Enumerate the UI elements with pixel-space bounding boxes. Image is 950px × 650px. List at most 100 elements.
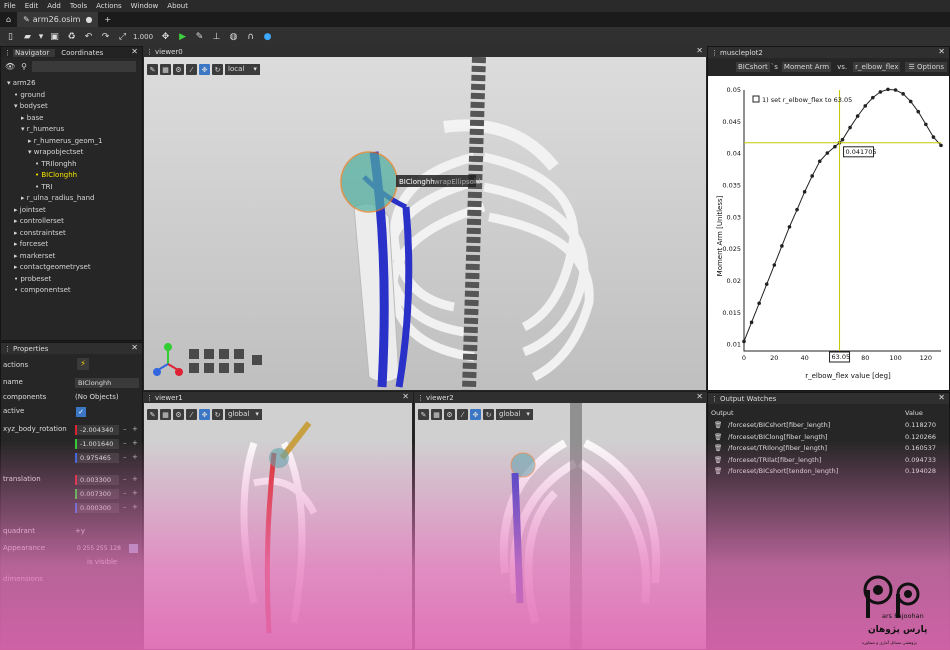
muscle-icon[interactable]: ∩ [244,30,257,43]
plus-button[interactable]: + [132,439,138,447]
move-icon[interactable]: ✥ [199,409,210,420]
tab-coordinates[interactable]: Coordinates [55,49,103,57]
tree-item[interactable]: ▸ r_ulna_radius_hand [1,193,142,205]
close-icon[interactable]: ✕ [696,392,703,401]
plus-button[interactable]: + [132,453,138,461]
tree-item[interactable]: ▸ base [1,113,142,125]
close-icon[interactable]: ✕ [696,46,703,55]
prop-appearance-value[interactable]: 0 255 255 128 [77,543,121,554]
tree-item[interactable]: ▾ wrapobjectset [1,147,142,159]
menu-actions[interactable]: Actions [96,2,122,10]
reload-icon[interactable]: ♻ [65,30,78,43]
brush-icon[interactable]: ⁄ [186,64,197,75]
plus-button[interactable]: + [132,489,138,497]
gear-icon[interactable]: ⚙ [444,409,455,420]
menu-tools[interactable]: Tools [70,2,87,10]
rotate-icon[interactable]: ↻ [483,409,494,420]
options-button[interactable]: ☰ Options [905,62,947,72]
grid-icon[interactable]: ▦ [160,409,171,420]
delete-icon[interactable]: 🗑 [714,432,722,443]
search-input[interactable] [32,60,137,72]
zoom-value[interactable]: 1.000 [133,33,153,41]
open-folder-icon[interactable]: ▰ [21,30,34,43]
minus-button[interactable]: – [123,425,127,433]
xyz-z-value[interactable]: 0.975465 [75,453,119,463]
redo-icon[interactable]: ↷ [99,30,112,43]
brush-icon[interactable]: ⁄ [186,409,197,420]
muscle-select[interactable]: BICshort [736,62,770,72]
menu-edit[interactable]: Edit [25,2,39,10]
close-icon[interactable]: ✕ [131,47,138,56]
delete-icon[interactable]: 🗑 [714,443,722,454]
tree-item[interactable]: ▸ forceset [1,239,142,251]
lightning-icon[interactable]: ⚡ [77,358,89,370]
coord-select[interactable]: r_elbow_flex [853,62,901,72]
prop-name-value[interactable]: BIClonghh [75,378,139,388]
play-icon[interactable]: ▶ [176,30,189,43]
tree-item[interactable]: ▸ r_humerus_geom_1 [1,136,142,148]
tree-item[interactable]: • TRIlonghh [1,159,142,171]
minus-button[interactable]: – [123,439,127,447]
dropdown-icon[interactable]: ▾ [38,30,44,43]
close-icon[interactable]: ✕ [938,393,945,402]
fit-icon[interactable]: ✥ [159,30,172,43]
axes-icon[interactable]: ⊥ [210,30,223,43]
rotate-icon[interactable]: ↻ [212,64,223,75]
prop-quadrant-value[interactable]: +y [75,526,85,537]
pencil-icon[interactable]: ✎ [418,409,429,420]
tree-item[interactable]: • componentset [1,285,142,297]
gear-icon[interactable]: ⚙ [173,409,184,420]
globe-icon[interactable]: ● [261,30,274,43]
tree-item[interactable]: ▸ contactgeometryset [1,262,142,274]
save-icon[interactable]: ▣ [48,30,61,43]
grid-icon[interactable]: ▦ [160,64,171,75]
delete-icon[interactable]: 🗑 [714,455,722,466]
viewer1-scene[interactable] [144,403,412,649]
xyz-y-value[interactable]: -1.001640 [75,439,119,449]
xyz-x-value[interactable]: -2.004340 [75,425,119,435]
brush-icon[interactable]: ⁄ [457,409,468,420]
menu-window[interactable]: Window [131,2,159,10]
minus-button[interactable]: – [123,475,127,483]
tab-arm26[interactable]: ✎ arm26.osim ● [17,12,99,27]
trans-z-value[interactable]: 0.000300 [75,503,119,513]
plus-button[interactable]: + [132,475,138,483]
trans-y-value[interactable]: 0.007300 [75,489,119,499]
tree-item[interactable]: • TRI [1,182,142,194]
new-file-icon[interactable]: ▯ [4,30,17,43]
home-tab[interactable]: ⌂ [0,12,17,27]
new-tab-button[interactable]: + [98,12,117,27]
move-icon[interactable]: ✥ [470,409,481,420]
tree-item[interactable]: ▸ controllerset [1,216,142,228]
viewer0-scene[interactable]: BIClonghh wrapEllipsoid [144,57,706,390]
tree-item[interactable]: ▾ arm26 [1,78,142,90]
frame-select[interactable]: global ▾ [225,409,262,420]
pencil-icon[interactable]: ✎ [147,409,158,420]
pencil-icon[interactable]: ✎ [147,64,158,75]
viewer2-scene[interactable] [415,403,706,649]
gear-icon[interactable]: ⚙ [173,64,184,75]
menu-about[interactable]: About [167,2,188,10]
move-icon[interactable]: ✥ [199,64,210,75]
minus-button[interactable]: – [123,489,127,497]
delete-icon[interactable]: 🗑 [714,466,722,477]
frame-select[interactable]: global ▾ [496,409,533,420]
legend-checkbox[interactable] [752,95,760,103]
rotate-icon[interactable]: ↻ [212,409,223,420]
menu-add[interactable]: Add [47,2,61,10]
close-icon[interactable]: ✕ [131,343,138,352]
wrap-ellipsoid[interactable] [340,151,398,213]
tree-item[interactable]: ▸ jointset [1,205,142,217]
undo-icon[interactable]: ↶ [82,30,95,43]
sphere-icon[interactable]: ◍ [227,30,240,43]
tree-item[interactable]: ▾ r_humerus [1,124,142,136]
tree-item[interactable]: • ground [1,90,142,102]
edit-model-icon[interactable]: ✎ [193,30,206,43]
plus-button[interactable]: + [132,503,138,511]
tree-item[interactable]: • BIClonghh [1,170,142,182]
plus-button[interactable]: + [132,425,138,433]
tree-item[interactable]: ▸ markerset [1,251,142,263]
tab-navigator[interactable]: Navigator [13,48,56,57]
moment-arm-plot[interactable]: 0204060801001200.010.0150.020.0250.030.0… [708,76,949,390]
minus-button[interactable]: – [123,453,127,461]
